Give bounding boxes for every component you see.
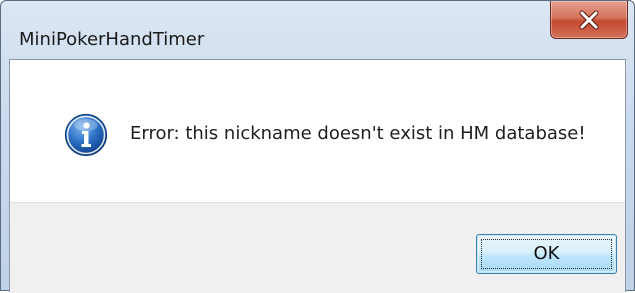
error-message: Error: this nickname doesn't exist in HM… xyxy=(130,123,586,144)
ok-button-label: OK xyxy=(533,243,560,264)
window-title: MiniPokerHandTimer xyxy=(19,29,205,50)
button-bar: OK xyxy=(10,202,625,293)
message-area: Error: this nickname doesn't exist in HM… xyxy=(10,60,625,202)
close-button[interactable] xyxy=(550,1,628,39)
ok-button[interactable]: OK xyxy=(476,234,617,274)
title-bar[interactable]: MiniPokerHandTimer xyxy=(1,1,634,59)
dialog-window: MiniPokerHandTimer Error: this nickname … xyxy=(0,0,635,293)
close-x-icon xyxy=(579,10,599,29)
information-icon xyxy=(64,113,108,157)
dialog-client-area: Error: this nickname doesn't exist in HM… xyxy=(9,59,626,293)
